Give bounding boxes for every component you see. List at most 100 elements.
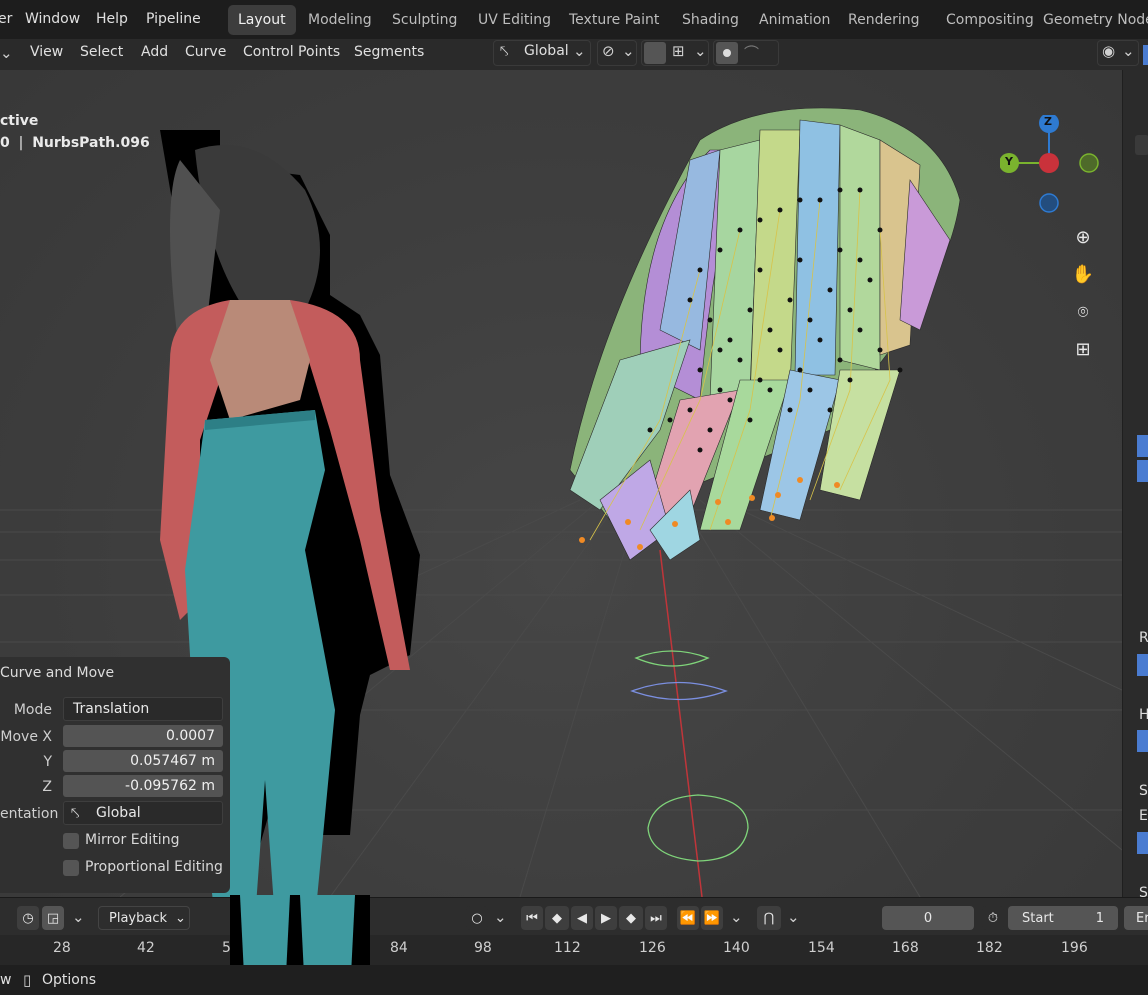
snap-increment-icon: ⊞ [672, 42, 685, 60]
orientation-select[interactable]: ⤣ Global [63, 801, 223, 825]
end-frame-field[interactable]: Er [1124, 906, 1148, 930]
chevron-down-icon: ⌄ [494, 908, 507, 926]
header-menu-view[interactable]: View [30, 44, 63, 60]
tab-sculpting[interactable]: Sculpting [382, 5, 467, 35]
start-frame-field[interactable]: Start 1 [1008, 906, 1118, 930]
ruler-tick: 28 [53, 940, 71, 956]
play-icon[interactable]: ▶ [595, 906, 617, 930]
jump-start-icon[interactable]: ⏮ [521, 906, 543, 930]
pan-hand-icon[interactable]: ✋ [1068, 259, 1098, 289]
status-options: Options [42, 972, 97, 988]
mouse-icon: ▯ [23, 971, 32, 989]
header-menu-select[interactable]: Select [80, 44, 123, 60]
ruler-tick: 168 [892, 940, 919, 956]
header-menu-control-points[interactable]: Control Points [243, 44, 340, 60]
object-name: NurbsPath.096 [32, 135, 150, 151]
move-y-field[interactable]: 0.057467 m [63, 750, 223, 772]
timeline-view-icon[interactable]: ◲ [42, 906, 64, 930]
header-menu-curve[interactable]: Curve [185, 44, 226, 60]
mode-label: ctive [0, 113, 39, 129]
header-overflow-indicator [1143, 45, 1148, 65]
header-menu-add[interactable]: Add [141, 44, 168, 60]
tab-shading[interactable]: Shading [672, 5, 749, 35]
transform-orientation-dropdown[interactable]: ⤣ Global ⌄ [493, 40, 591, 66]
panel-label-r: R [1139, 630, 1148, 646]
property-field[interactable] [1137, 832, 1148, 854]
pivot-point-dropdown[interactable]: ⊘ ⌄ [597, 40, 637, 66]
falloff-curve-icon: ⌒ [744, 44, 760, 62]
property-tab-active[interactable] [1137, 435, 1148, 457]
chevron-down-icon: ⌄ [694, 42, 707, 60]
timeline-header: ◷ ◲ ⌄ Playback ⌄ ○ ⌄ ⏮ ◆ ◀ ▶ ◆ ⏭ ⏪ ⏩ ⌄ ⋂… [0, 897, 1148, 936]
menu-window[interactable]: Window [25, 11, 80, 27]
property-tab[interactable] [1137, 460, 1148, 482]
pivot-link-icon: ⊘ [602, 42, 615, 60]
move-y-label: Y [43, 754, 52, 770]
zoom-icon[interactable]: ⊕ [1068, 222, 1098, 252]
navigation-gizmo[interactable]: Z Y [999, 113, 1110, 215]
x-axis-handle [1039, 153, 1059, 173]
next-marker-icon[interactable]: ⏩ [701, 906, 723, 930]
mirror-editing-label: Mirror Editing [85, 832, 180, 848]
tab-uv-editing[interactable]: UV Editing [468, 5, 561, 35]
tab-layout[interactable]: Layout [228, 5, 296, 35]
move-z-field[interactable]: -0.095762 m [63, 775, 223, 797]
y-axis-label: Y [1005, 155, 1013, 168]
tab-texture-paint[interactable]: Texture Paint [559, 5, 669, 35]
ruler-tick: 42 [137, 940, 155, 956]
object-info: ctive 0 | NurbsPath.096 [0, 110, 150, 154]
camera-icon[interactable]: ⌾ [1068, 297, 1098, 327]
visibility-dropdown[interactable]: ◉ ⌄ [1097, 40, 1139, 66]
orientation-label: entation [0, 806, 59, 822]
proportional-editing-controls[interactable]: ⌒ [713, 40, 779, 66]
snap-controls[interactable]: ⊞ ⌄ [641, 40, 709, 66]
move-z-label: Z [42, 779, 52, 795]
proportional-editing-checkbox[interactable] [63, 860, 79, 876]
editor-type-icon[interactable]: ⌄ [0, 44, 13, 62]
jump-end-icon[interactable]: ⏭ [645, 906, 667, 930]
property-field[interactable] [1137, 730, 1148, 752]
prev-keyframe-icon[interactable]: ◆ [545, 906, 569, 930]
mode-select[interactable]: Translation [63, 697, 223, 721]
ruler-tick: 84 [390, 940, 408, 956]
current-frame-field[interactable]: 0 [882, 906, 974, 930]
tab-rendering[interactable]: Rendering [838, 5, 930, 35]
header-menu-segments[interactable]: Segments [354, 44, 424, 60]
add-icon[interactable] [1135, 135, 1148, 155]
curve-outline-3 [647, 794, 749, 862]
stopwatch-icon[interactable]: ⏱ [982, 906, 1004, 930]
menu-edit[interactable]: er [0, 11, 12, 27]
ruler-tick: 112 [554, 940, 581, 956]
play-reverse-icon[interactable]: ◀ [571, 906, 593, 930]
auto-keying-icon[interactable]: ⋂ [757, 906, 781, 930]
tab-animation[interactable]: Animation [749, 5, 840, 35]
eye-icon: ◉ [1102, 42, 1116, 60]
chevron-down-icon: ⌄ [1122, 42, 1135, 60]
record-icon[interactable]: ○ [466, 906, 488, 930]
proportional-editing-label: Proportional Editing [85, 859, 223, 875]
playback-dropdown[interactable]: Playback ⌄ [98, 906, 190, 930]
property-field[interactable] [1137, 654, 1148, 676]
timeline-clock-icon[interactable]: ◷ [17, 906, 39, 930]
tab-modeling[interactable]: Modeling [298, 5, 382, 35]
grid-view-icon[interactable]: ⊞ [1068, 334, 1098, 364]
move-x-field[interactable]: 0.0007 [63, 725, 223, 747]
operator-title: Curve and Move [0, 665, 115, 681]
properties-sidebar: R H S El S [1122, 70, 1148, 901]
ruler-tick: 154 [808, 940, 835, 956]
panel-label-h: H [1139, 707, 1148, 723]
menu-help[interactable]: Help [96, 11, 128, 27]
mirror-editing-checkbox[interactable] [63, 833, 79, 849]
3d-viewport[interactable]: ctive 0 | NurbsPath.096 Z Y ⊕ ✋ ⌾ ⊞ ⌄ Cu… [0, 70, 1122, 897]
timeline-ruler[interactable]: 28 42 5 84 98 112 126 140 154 168 182 19… [0, 935, 1148, 965]
chevron-down-icon: ⌄ [787, 908, 800, 926]
menu-pipeline[interactable]: Pipeline [146, 11, 201, 27]
next-keyframe-icon[interactable]: ◆ [619, 906, 643, 930]
snap-toggle-icon[interactable] [644, 42, 666, 64]
tab-compositing[interactable]: Compositing [936, 5, 1044, 35]
tab-geometry-nodes[interactable]: Geometry Node [1033, 5, 1148, 35]
ruler-tick: 126 [639, 940, 666, 956]
hair-mesh [569, 107, 961, 561]
panel-label-el: El [1139, 808, 1148, 824]
prev-marker-icon[interactable]: ⏪ [677, 906, 699, 930]
